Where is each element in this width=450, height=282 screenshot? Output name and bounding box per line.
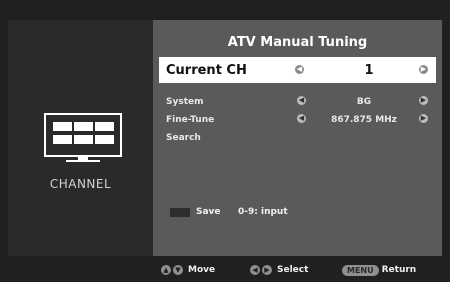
return-label: Return: [381, 265, 417, 275]
system-label: System: [166, 97, 204, 107]
current-ch-label: Current CH: [166, 63, 247, 78]
search-label: Search: [166, 133, 201, 143]
input-hint: 0-9: input: [238, 207, 288, 217]
footer-hints: ▲ ▼ Move ◀ ▶ Select MENU Return: [153, 256, 442, 282]
system-value: BG: [356, 97, 372, 107]
menu-key: MENU: [342, 264, 379, 276]
left-arrow-icon[interactable]: ◀: [295, 65, 304, 74]
current-ch-row[interactable]: Current CH ◀ 1 ▶: [159, 57, 436, 83]
select-hint: ◀ ▶ Select: [250, 264, 308, 276]
page-title: ATV Manual Tuning: [227, 35, 368, 50]
right-arrow-icon: ▶: [262, 265, 272, 275]
right-arrow-icon[interactable]: ▶: [419, 65, 428, 74]
down-arrow-icon: ▼: [173, 265, 183, 275]
fine-tune-label: Fine-Tune: [166, 115, 215, 125]
save-key-icon: [170, 208, 190, 217]
sidebar-label: CHANNEL: [49, 177, 112, 191]
up-arrow-icon: ▲: [161, 265, 171, 275]
tv-icon: [44, 113, 122, 165]
move-label: Move: [188, 265, 216, 275]
left-arrow-icon[interactable]: ◀: [297, 114, 306, 123]
fine-tune-value: 867.875 MHz: [331, 115, 397, 125]
left-arrow-icon[interactable]: ◀: [297, 96, 306, 105]
current-ch-value: 1: [364, 63, 374, 78]
right-arrow-icon[interactable]: ▶: [419, 96, 428, 105]
save-label: Save: [196, 207, 221, 217]
manual-tuning-panel: ATV Manual Tuning Current CH ◀ 1 ▶ Syste…: [153, 20, 442, 256]
right-arrow-icon[interactable]: ▶: [419, 114, 428, 123]
return-hint: MENU Return: [342, 264, 416, 276]
move-hint: ▲ ▼ Move: [161, 264, 215, 276]
select-label: Select: [277, 265, 309, 275]
left-arrow-icon: ◀: [250, 265, 260, 275]
